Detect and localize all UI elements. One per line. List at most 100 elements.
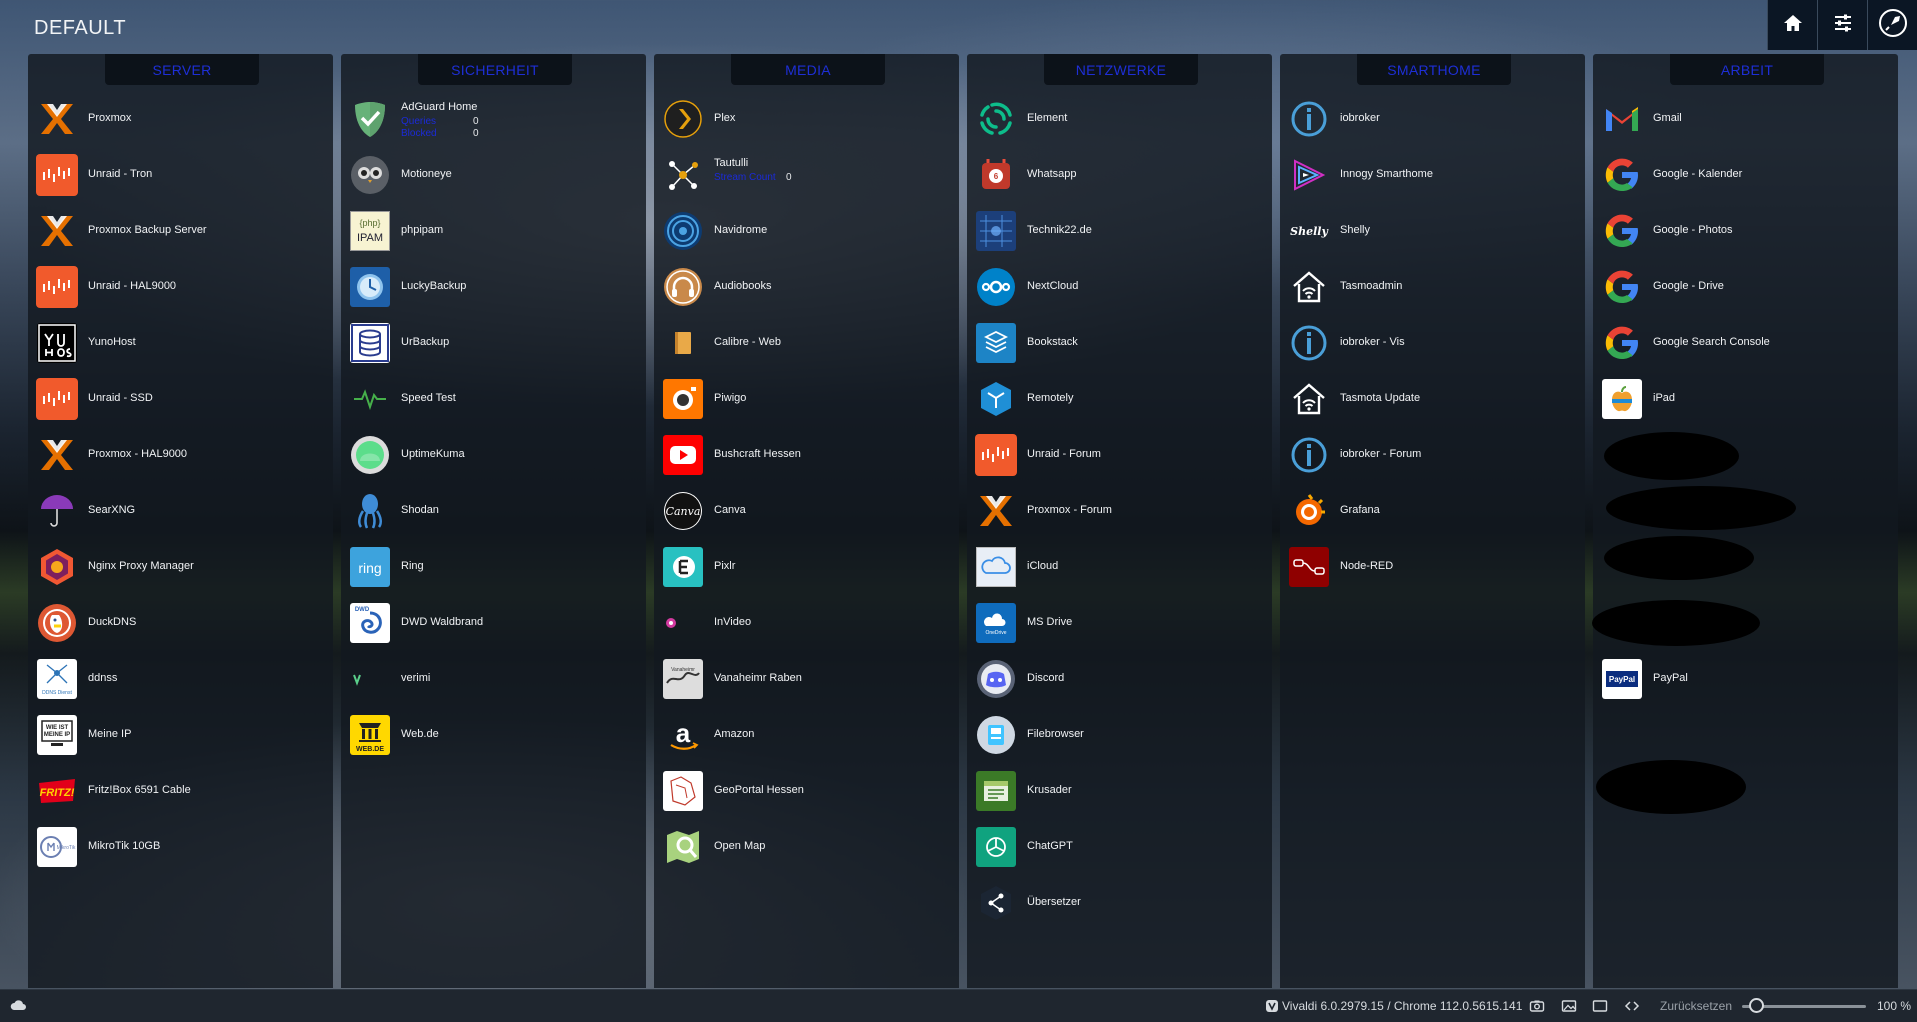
app-link-iobroker-vis[interactable]: iobroker - Vis (1288, 319, 1580, 365)
app-link-unraid-hal9000[interactable]: Unraid - HAL9000 (36, 263, 328, 309)
app-link-adguard-home[interactable]: AdGuard Home Queries 0 Blocked 0 (349, 95, 641, 141)
app-link-phpipam[interactable]: {php} IPAM phpipam (349, 207, 641, 253)
app-link-übersetzer[interactable]: Übersetzer (975, 879, 1267, 925)
app-link-google-kalender[interactable]: Google - Kalender (1601, 151, 1893, 197)
window-icon[interactable] (1592, 998, 1608, 1014)
app-link-google-search-console[interactable]: Google Search Console (1601, 319, 1893, 365)
app-link-tautulli[interactable]: Tautulli Stream Count 0 (662, 151, 954, 197)
app-link-element[interactable]: Element (975, 95, 1267, 141)
share-icon (975, 882, 1017, 924)
app-link-google-drive[interactable]: Google - Drive (1601, 263, 1893, 309)
app-link-bushcraft-hessen[interactable]: Bushcraft Hessen (662, 431, 954, 477)
camera-icon[interactable] (1529, 998, 1545, 1014)
app-label: Proxmox - HAL9000 (88, 448, 188, 460)
app-link-calibre-web[interactable]: Calibre - Web (662, 319, 954, 365)
app-link-mikrotik-10gb[interactable]: MikroTik MikroTik 10GB (36, 823, 328, 869)
app-link-paypal[interactable]: PayPalPayPalPayPal (1601, 655, 1893, 701)
app-link-grafana[interactable]: Grafana (1288, 487, 1580, 533)
app-link-vanaheimr-raben[interactable]: Vanaheimr Vanaheimr Raben (662, 655, 954, 701)
zoom-slider-handle[interactable] (1748, 998, 1764, 1013)
column-title: SMARTHOME (1357, 54, 1511, 85)
app-link-speed-test[interactable]: Speed Test (349, 375, 641, 421)
redaction-mark (1606, 486, 1796, 530)
app-link-chatgpt[interactable]: ChatGPT (975, 823, 1267, 869)
app-link-tasmoadmin[interactable]: Tasmoadmin (1288, 263, 1580, 309)
app-link-innogy-smarthome[interactable]: Innogy Smarthome (1288, 151, 1580, 197)
launch-button[interactable] (1867, 0, 1917, 50)
app-link-bookstack[interactable]: Bookstack (975, 319, 1267, 365)
settings-button[interactable] (1817, 0, 1867, 50)
app-link-whatsapp[interactable]: 6 Whatsapp (975, 151, 1267, 197)
app-link-motioneye[interactable]: Motioneye (349, 151, 641, 197)
app-label: Unraid - SSD (88, 392, 153, 404)
app-link-meine-ip[interactable]: WIE IST MEINE IP Meine IP (36, 711, 328, 757)
geoportal-icon (662, 770, 704, 812)
app-link-technik22-de[interactable]: Technik22.de (975, 207, 1267, 253)
app-link-searxng[interactable]: SearXNG (36, 487, 328, 533)
app-link-fritz-box-6591-cable[interactable]: FRITZ! Fritz!Box 6591 Cable (36, 767, 328, 813)
app-link-uptimekuma[interactable]: UptimeKuma (349, 431, 641, 477)
app-link-amazon[interactable]: a Amazon (662, 711, 954, 757)
app-link-urbackup[interactable]: UrBackup (349, 319, 641, 365)
app-link-duckdns[interactable]: DuckDNS (36, 599, 328, 645)
app-link-audiobooks[interactable]: Audiobooks (662, 263, 954, 309)
app-label: Meine IP (88, 728, 132, 740)
app-link-filebrowser[interactable]: Filebrowser (975, 711, 1267, 757)
app-link-piwigo[interactable]: Piwigo (662, 375, 954, 421)
image-icon[interactable] (1561, 998, 1577, 1014)
app-link-unraid-forum[interactable]: Unraid - Forum (975, 431, 1267, 477)
app-link-navidrome[interactable]: Navidrome (662, 207, 954, 253)
app-link-krusader[interactable]: Krusader (975, 767, 1267, 813)
fritz-icon: FRITZ! (36, 770, 78, 812)
app-link-tasmota-update[interactable]: Tasmota Update (1288, 375, 1580, 421)
app-label: Canva (714, 504, 746, 516)
redaction-mark (1596, 760, 1746, 814)
column-title: NETZWERKE (1044, 54, 1198, 85)
app-link-icloud[interactable]: iCloud (975, 543, 1267, 589)
zoom-reset-button[interactable]: Zurücksetzen (1660, 999, 1732, 1013)
app-link-ddnss[interactable]: DDNS Dienst ddnss (36, 655, 328, 701)
app-label: Unraid - Tron (88, 168, 153, 180)
app-link-shodan[interactable]: Shodan (349, 487, 641, 533)
redaction-mark (1592, 600, 1760, 646)
app-link-invideo[interactable]: InVideo (662, 599, 954, 645)
code-icon[interactable] (1624, 998, 1640, 1014)
app-link-google-photos[interactable]: Google - Photos (1601, 207, 1893, 253)
dwd-icon: DWD (349, 602, 391, 644)
app-link-proxmox[interactable]: Proxmox (36, 95, 328, 141)
app-link-proxmox-hal9000[interactable]: Proxmox - HAL9000 (36, 431, 328, 477)
svg-text:DWD: DWD (355, 607, 370, 613)
app-link-plex[interactable]: Plex (662, 95, 954, 141)
app-link-nginx-proxy-manager[interactable]: Nginx Proxy Manager (36, 543, 328, 589)
app-link-node-red[interactable]: Node-RED (1288, 543, 1580, 589)
app-link-remotely[interactable]: Remotely (975, 375, 1267, 421)
google-icon (1601, 154, 1643, 196)
app-link-yunohost[interactable]: YunoHost (36, 319, 328, 365)
gmail-icon (1601, 98, 1643, 140)
app-link-shelly[interactable]: ShellyShellyShelly (1288, 207, 1580, 253)
app-label: Web.de (401, 728, 439, 740)
app-link-open-map[interactable]: Open Map (662, 823, 954, 869)
cloud-sync-icon[interactable] (10, 999, 26, 1014)
app-link-web-de[interactable]: WEB.DE Web.de (349, 711, 641, 757)
app-link-verimi[interactable]: verimiverimi (349, 655, 641, 701)
app-link-dwd-waldbrand[interactable]: DWD DWD Waldbrand (349, 599, 641, 645)
app-link-luckybackup[interactable]: LuckyBackup (349, 263, 641, 309)
app-link-pixlr[interactable]: Pixlr (662, 543, 954, 589)
app-link-unraid-ssd[interactable]: Unraid - SSD (36, 375, 328, 421)
app-link-discord[interactable]: Discord (975, 655, 1267, 701)
app-link-canva[interactable]: CanvaCanvaCanva (662, 487, 954, 533)
app-link-proxmox-backup-server[interactable]: Proxmox Backup Server (36, 207, 328, 253)
app-link-ms-drive[interactable]: OneDriveMS DriveOneDrive (975, 599, 1267, 645)
app-link-gmail[interactable]: Gmail (1601, 95, 1893, 141)
app-link-ring[interactable]: ring Ring (349, 543, 641, 589)
app-link-nextcloud[interactable]: NextCloud (975, 263, 1267, 309)
home-button[interactable] (1767, 0, 1817, 50)
app-label: Vanaheimr Raben (714, 672, 802, 684)
app-link-proxmox-forum[interactable]: Proxmox - Forum (975, 487, 1267, 533)
app-link-iobroker-forum[interactable]: iobroker - Forum (1288, 431, 1580, 477)
app-link-geoportal-hessen[interactable]: GeoPortal Hessen (662, 767, 954, 813)
app-link-ipad[interactable]: iPad (1601, 375, 1893, 421)
app-link-iobroker[interactable]: iobroker (1288, 95, 1580, 141)
app-link-unraid-tron[interactable]: Unraid - Tron (36, 151, 328, 197)
